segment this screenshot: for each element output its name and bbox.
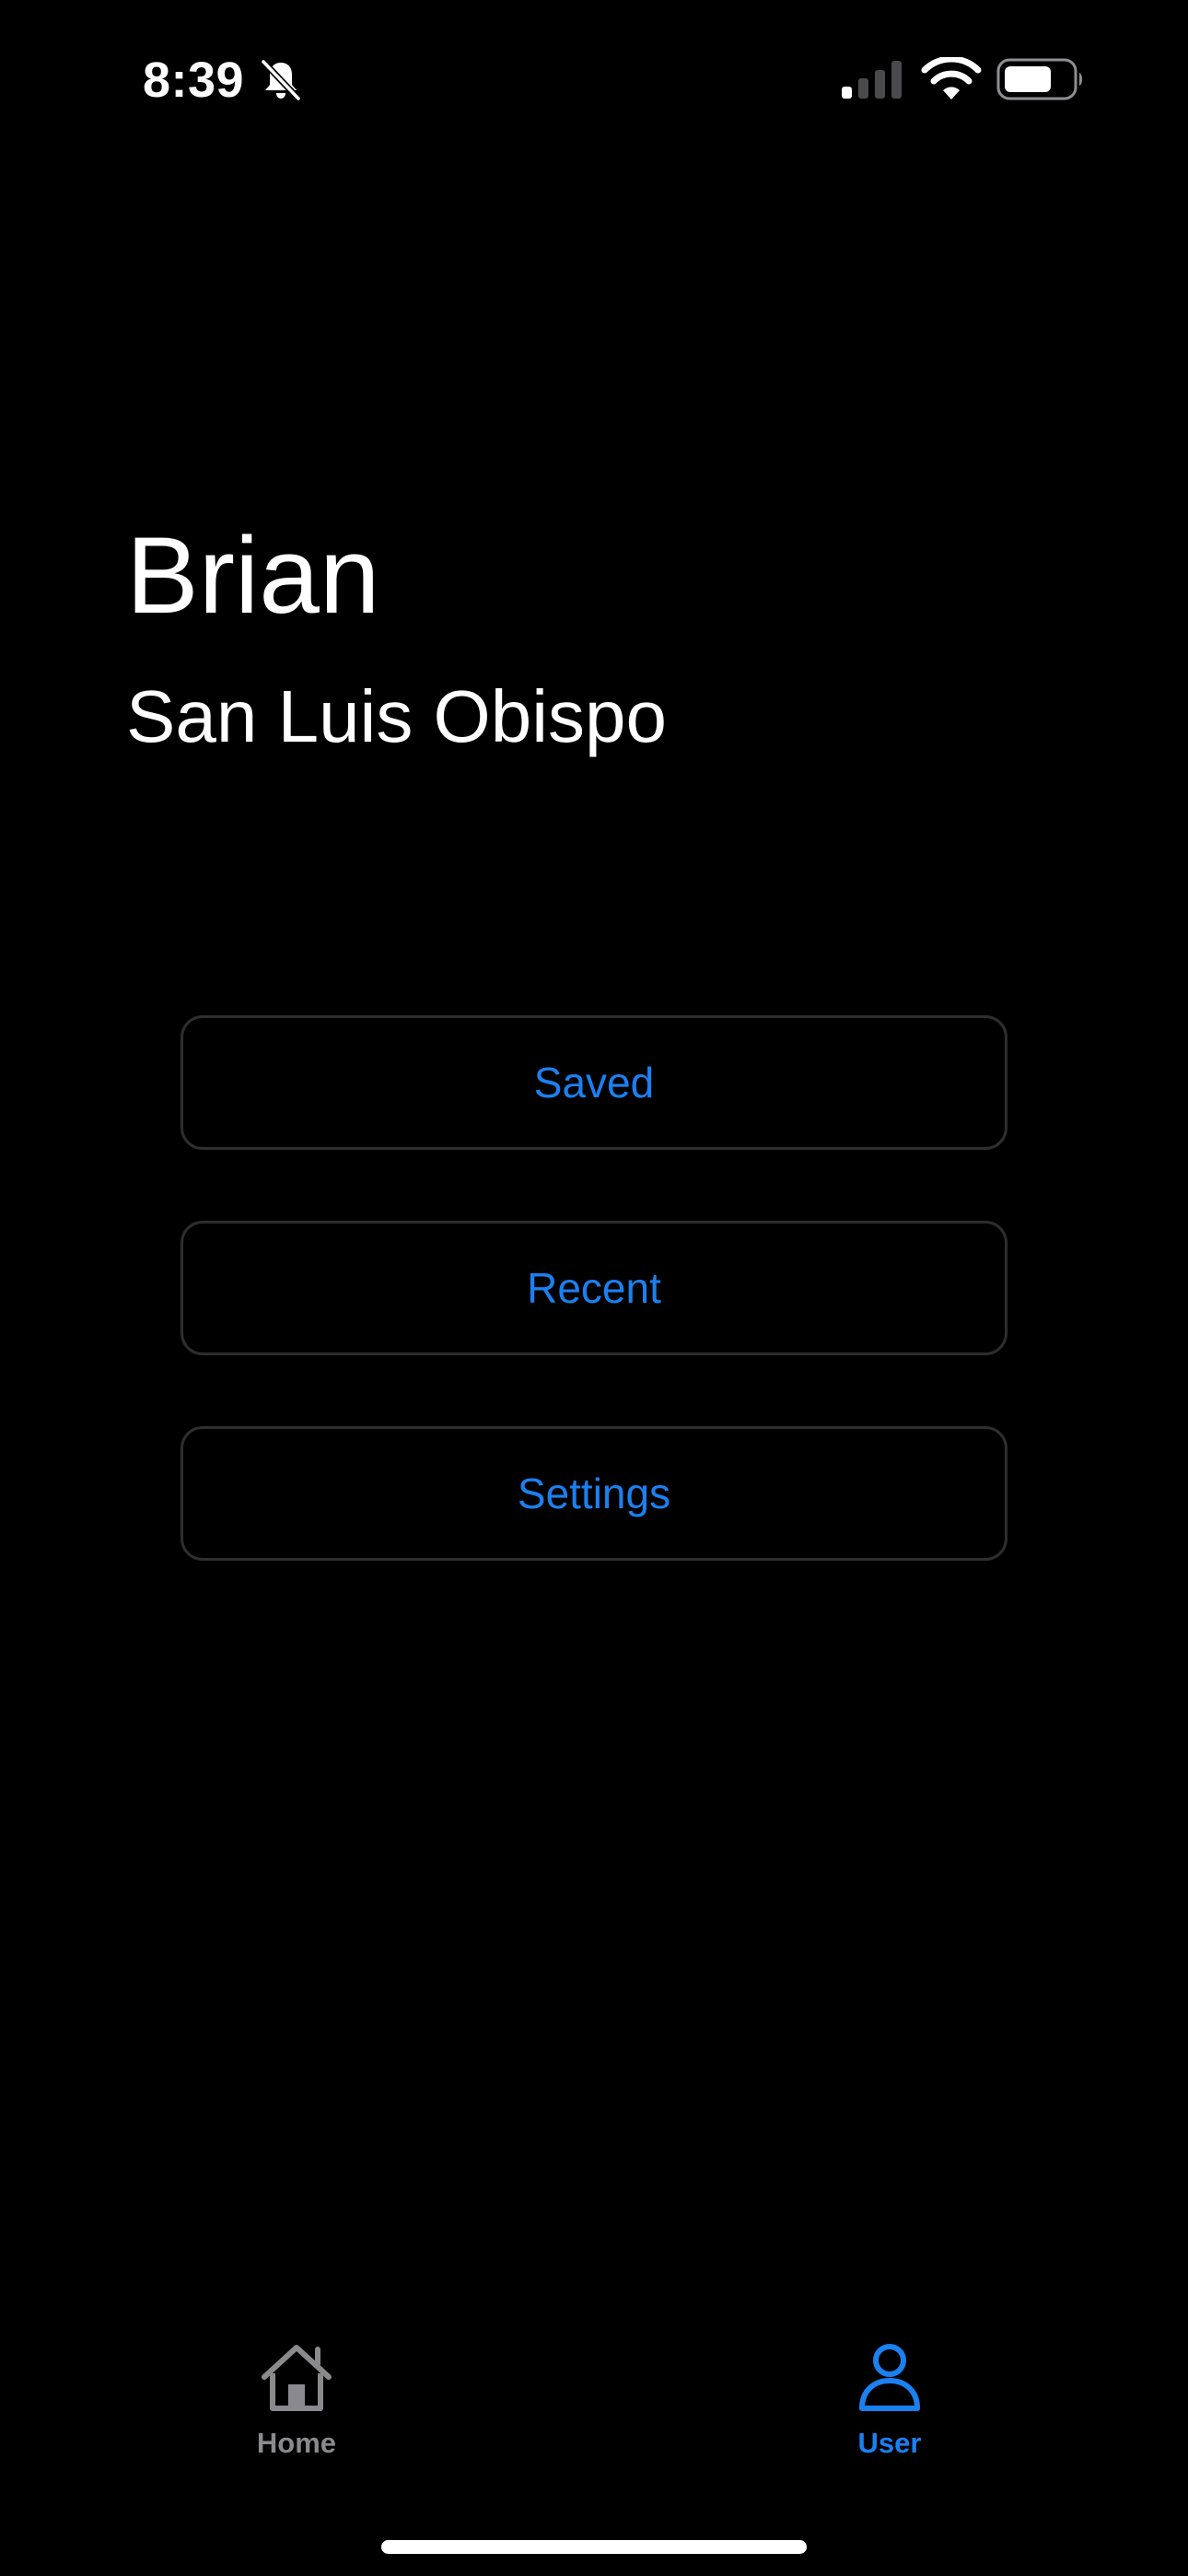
saved-button[interactable]: Saved: [181, 1015, 1007, 1150]
bell-slash-icon: [261, 59, 301, 101]
house-icon: [262, 2345, 332, 2411]
profile-menu: Saved Recent Settings: [181, 1015, 1007, 1632]
recent-button-label: Recent: [527, 1264, 661, 1312]
person-icon: [859, 2344, 920, 2411]
tab-home-label: Home: [256, 2427, 337, 2459]
status-bar: 8:39: [0, 0, 1188, 166]
saved-button-label: Saved: [533, 1059, 655, 1107]
tab-home[interactable]: Home: [195, 2340, 398, 2478]
wifi-icon: [921, 57, 982, 100]
tab-user[interactable]: User: [788, 2340, 991, 2478]
profile-location: San Luis Obispo: [126, 675, 668, 757]
settings-button-label: Settings: [517, 1469, 671, 1517]
settings-button[interactable]: Settings: [181, 1426, 1007, 1561]
status-time: 8:39: [143, 53, 245, 108]
profile-name: Brian: [126, 515, 380, 637]
cellular-signal-icon: [842, 61, 902, 99]
tab-user-label: User: [857, 2427, 922, 2459]
home-indicator: [381, 2540, 807, 2554]
recent-button[interactable]: Recent: [181, 1221, 1007, 1355]
tab-bar: Home User: [0, 2340, 1188, 2506]
battery-icon: [996, 58, 1082, 100]
